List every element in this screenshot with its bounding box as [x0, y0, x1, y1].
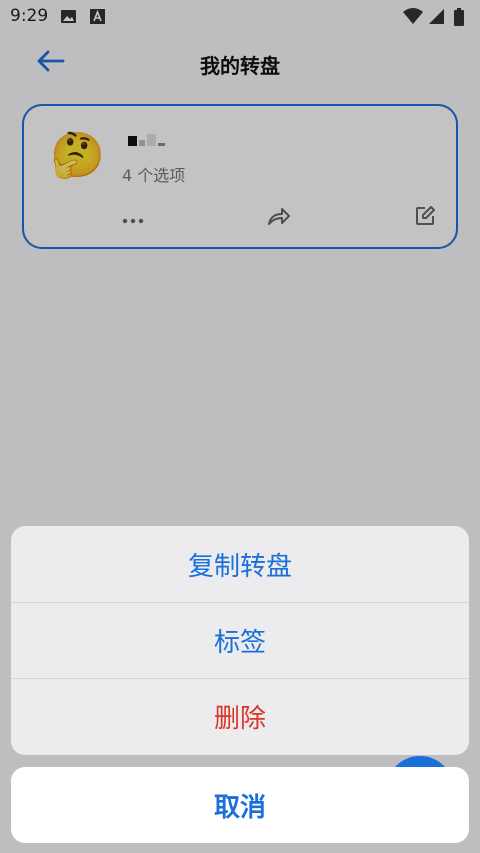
- screen: 9:29 我的转盘 🤔 4 个选项 复制转盘 标签 删除 取消: [0, 0, 480, 853]
- cancel-button[interactable]: 取消: [11, 767, 469, 843]
- action-sheet: 复制转盘 标签 删除: [11, 526, 469, 755]
- delete-button[interactable]: 删除: [11, 678, 469, 754]
- tags-button[interactable]: 标签: [11, 602, 469, 678]
- copy-wheel-button[interactable]: 复制转盘: [11, 526, 469, 602]
